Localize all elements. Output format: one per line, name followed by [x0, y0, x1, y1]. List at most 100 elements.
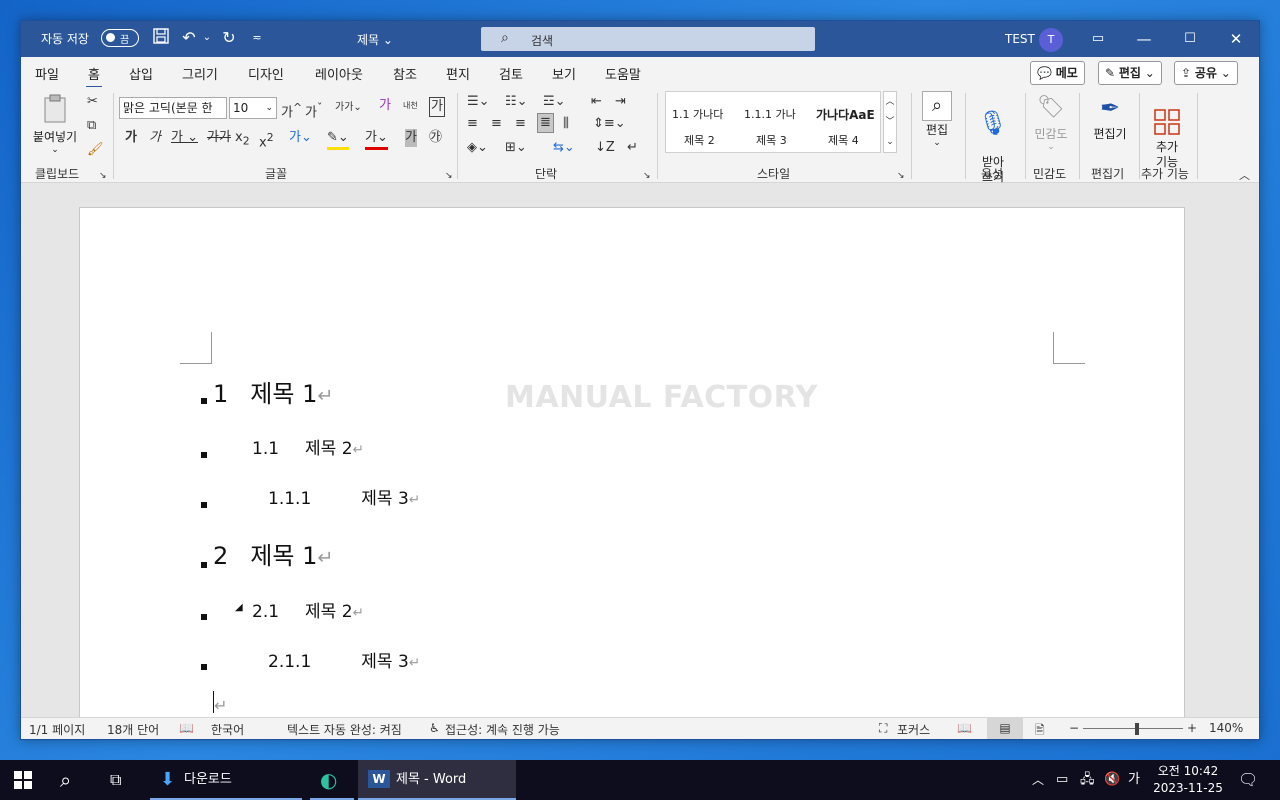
font-color-icon[interactable]: 가⌄	[365, 129, 388, 150]
align-center-icon[interactable]: ≡	[491, 115, 502, 133]
taskbar-edge[interactable]: ◐	[310, 760, 354, 800]
tab-home[interactable]: 홈	[86, 64, 102, 89]
paste-dropdown-icon[interactable]: ⌄	[29, 145, 81, 155]
font-name-field[interactable]: 맑은 고딕(본문 한	[119, 97, 227, 119]
collapse-heading-icon[interactable]: ◢	[235, 602, 243, 613]
clock[interactable]: 오전 10:42 2023-11-25	[1150, 763, 1226, 797]
asian-layout-icon[interactable]: ⇆⌄	[553, 139, 575, 157]
italic-icon[interactable]: 가	[149, 129, 161, 147]
print-layout-icon[interactable]: ▤	[987, 718, 1023, 739]
style-name-heading4[interactable]: 제목 4	[828, 132, 859, 148]
network-icon[interactable]: 🖧	[1080, 760, 1095, 800]
heading-1[interactable]: 1 제목 1↵	[213, 374, 333, 409]
line-spacing-icon[interactable]: ⇕≡⌄	[593, 115, 626, 133]
show-hidden-icons-icon[interactable]: ︿	[1032, 760, 1044, 800]
tab-help[interactable]: 도움말	[605, 64, 641, 83]
tab-file[interactable]: 파일	[35, 64, 59, 83]
tab-insert[interactable]: 삽입	[129, 64, 153, 83]
share-button[interactable]: ⇪ 공유 ⌄	[1174, 61, 1238, 85]
battery-icon[interactable]: ▭	[1056, 760, 1068, 800]
align-right-icon[interactable]: ≡	[515, 115, 526, 133]
sensitivity-button[interactable]: 🏷 민감도 ⌄	[1029, 91, 1073, 152]
tab-view[interactable]: 보기	[552, 64, 576, 83]
grow-font-icon[interactable]: 가^	[281, 99, 302, 122]
accessibility-status[interactable]: 접근성: 계속 진행 가능	[445, 721, 560, 738]
style-name-heading2[interactable]: 제목 2	[684, 132, 715, 148]
zoom-level[interactable]: 140%	[1209, 721, 1243, 735]
sort-icon[interactable]: ↓Z	[595, 139, 615, 157]
ime-indicator[interactable]: 가	[1128, 760, 1140, 800]
edit-mode-button[interactable]: ✎ 편집 ⌄	[1098, 61, 1162, 85]
volume-muted-icon[interactable]: 🔇	[1104, 760, 1120, 800]
highlight-icon[interactable]: ✎⌄	[327, 129, 349, 150]
language[interactable]: 한국어	[211, 721, 244, 738]
accessibility-icon[interactable]: ♿	[429, 721, 440, 735]
heading-3[interactable]: 1.1.1 제목 3↵	[268, 484, 420, 509]
subscript-icon[interactable]: x2	[235, 129, 250, 151]
web-layout-icon[interactable]: 🖹	[1035, 721, 1045, 742]
underline-icon[interactable]: 가 ⌄	[171, 129, 198, 147]
increase-indent-icon[interactable]: ⇥	[615, 93, 626, 111]
phonetic-guide-icon[interactable]: 내천	[403, 97, 418, 115]
superscript-icon[interactable]: x2	[259, 129, 274, 152]
cut-icon[interactable]: ✂	[87, 93, 98, 111]
heading-1[interactable]: 2 제목 1↵	[213, 536, 333, 571]
font-size-field[interactable]: 10 ⌄	[229, 97, 277, 119]
page-count[interactable]: 1/1 페이지	[29, 721, 85, 738]
customize-toolbar-icon[interactable]: ≂	[247, 28, 267, 48]
style-preview-heading4[interactable]: 가나다AaE	[816, 106, 878, 123]
autosave-toggle[interactable]: 끔	[101, 29, 139, 47]
focus-icon[interactable]: ⛶	[879, 721, 887, 736]
shrink-font-icon[interactable]: 가ˇ	[305, 99, 322, 122]
tab-references[interactable]: 참조	[393, 64, 417, 83]
search-icon[interactable]: ⌕	[60, 760, 71, 800]
document-page[interactable]: MANUAL FACTORY 1 제목 1↵ 1.1 제목 2↵ 1.1.1 제목 3…	[79, 207, 1185, 717]
notifications-icon[interactable]: 🗨	[1238, 760, 1258, 800]
zoom-slider[interactable]	[1083, 728, 1183, 729]
zoom-out-icon[interactable]: −	[1069, 721, 1079, 735]
borders-icon[interactable]: ⊞⌄	[505, 139, 527, 157]
proofing-icon[interactable]: 📖	[179, 721, 194, 735]
close-icon[interactable]: ✕	[1213, 21, 1259, 57]
numbering-icon[interactable]: ☷⌄	[505, 93, 528, 111]
align-left-icon[interactable]: ≡	[467, 115, 478, 133]
tab-design[interactable]: 디자인	[248, 64, 284, 83]
taskbar-downloads[interactable]: ⬇ 다운로드	[150, 760, 302, 800]
heading-3[interactable]: 2.1.1 제목 3↵	[268, 647, 420, 672]
bold-icon[interactable]: 가	[125, 129, 137, 147]
style-preview-heading2[interactable]: 1.1 가나다	[672, 106, 736, 122]
text-effects-icon[interactable]: 가⌄	[289, 129, 312, 147]
heading-2[interactable]: 2.1 제목 2↵	[252, 597, 364, 622]
multilevel-list-icon[interactable]: ☲⌄	[543, 93, 566, 111]
bullets-icon[interactable]: ☰⌄	[467, 93, 490, 111]
editor-button[interactable]: ✒ 편집기	[1085, 91, 1135, 142]
styles-scroll[interactable]: ︿ ﹀ ⌄	[883, 91, 897, 153]
character-border-icon[interactable]: 가	[429, 97, 445, 117]
shading-icon[interactable]: ◈⌄	[467, 139, 488, 157]
focus-label[interactable]: 포커스	[897, 721, 930, 738]
show-formatting-marks-icon[interactable]: ↵	[627, 139, 638, 157]
format-painter-icon[interactable]: 🖌	[87, 141, 104, 159]
tab-mailings[interactable]: 편지	[446, 64, 470, 83]
zoom-slider-thumb[interactable]	[1135, 723, 1139, 735]
paste-button[interactable]: 붙여넣기 ⌄	[29, 93, 81, 155]
character-shading-icon[interactable]: 가	[405, 129, 417, 147]
heading-2[interactable]: 1.1 제목 2↵	[252, 434, 364, 459]
undo-icon[interactable]: ↶	[179, 28, 199, 48]
copy-icon[interactable]: ⧉	[87, 117, 96, 135]
undo-dropdown-icon[interactable]: ⌄	[197, 28, 217, 48]
tab-review[interactable]: 검토	[499, 64, 523, 83]
ribbon-display-options-icon[interactable]: ▭	[1075, 21, 1121, 57]
redo-icon[interactable]: ↻	[219, 28, 239, 48]
task-view-icon[interactable]: ⧉	[110, 760, 121, 800]
enclose-characters-icon[interactable]: ㉮	[429, 129, 442, 147]
avatar[interactable]: T	[1039, 28, 1063, 52]
memo-button[interactable]: 💬 메모	[1030, 61, 1085, 85]
style-preview-heading3[interactable]: 1.1.1 가나	[744, 106, 806, 122]
start-icon[interactable]	[14, 760, 38, 800]
read-mode-icon[interactable]: 📖	[957, 721, 972, 735]
maximize-icon[interactable]: ☐	[1167, 21, 1213, 57]
clear-formatting-icon[interactable]: 가	[379, 97, 391, 115]
decrease-indent-icon[interactable]: ⇤	[591, 93, 602, 111]
change-case-icon[interactable]: 가가⌄	[335, 99, 362, 117]
